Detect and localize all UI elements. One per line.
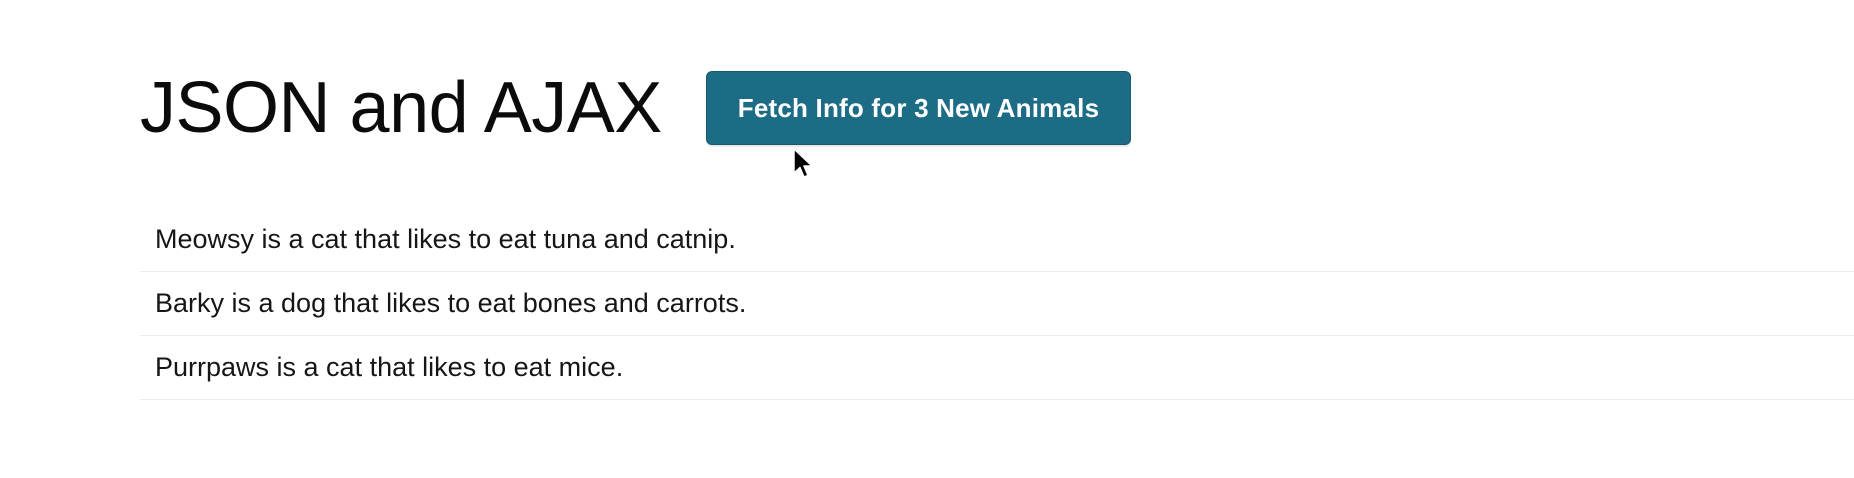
mouse-pointer-icon [793, 148, 813, 178]
list-item: Barky is a dog that likes to eat bones a… [140, 272, 1854, 336]
page-title: JSON and AJAX [140, 68, 662, 148]
page-container: JSON and AJAX Fetch Info for 3 New Anima… [140, 58, 1854, 400]
fetch-animals-button[interactable]: Fetch Info for 3 New Animals [705, 71, 1132, 145]
list-item: Meowsy is a cat that likes to eat tuna a… [140, 208, 1854, 272]
list-item: Purrpaws is a cat that likes to eat mice… [140, 336, 1854, 400]
page-header: JSON and AJAX Fetch Info for 3 New Anima… [140, 58, 1854, 158]
animal-list: Meowsy is a cat that likes to eat tuna a… [140, 208, 1854, 400]
